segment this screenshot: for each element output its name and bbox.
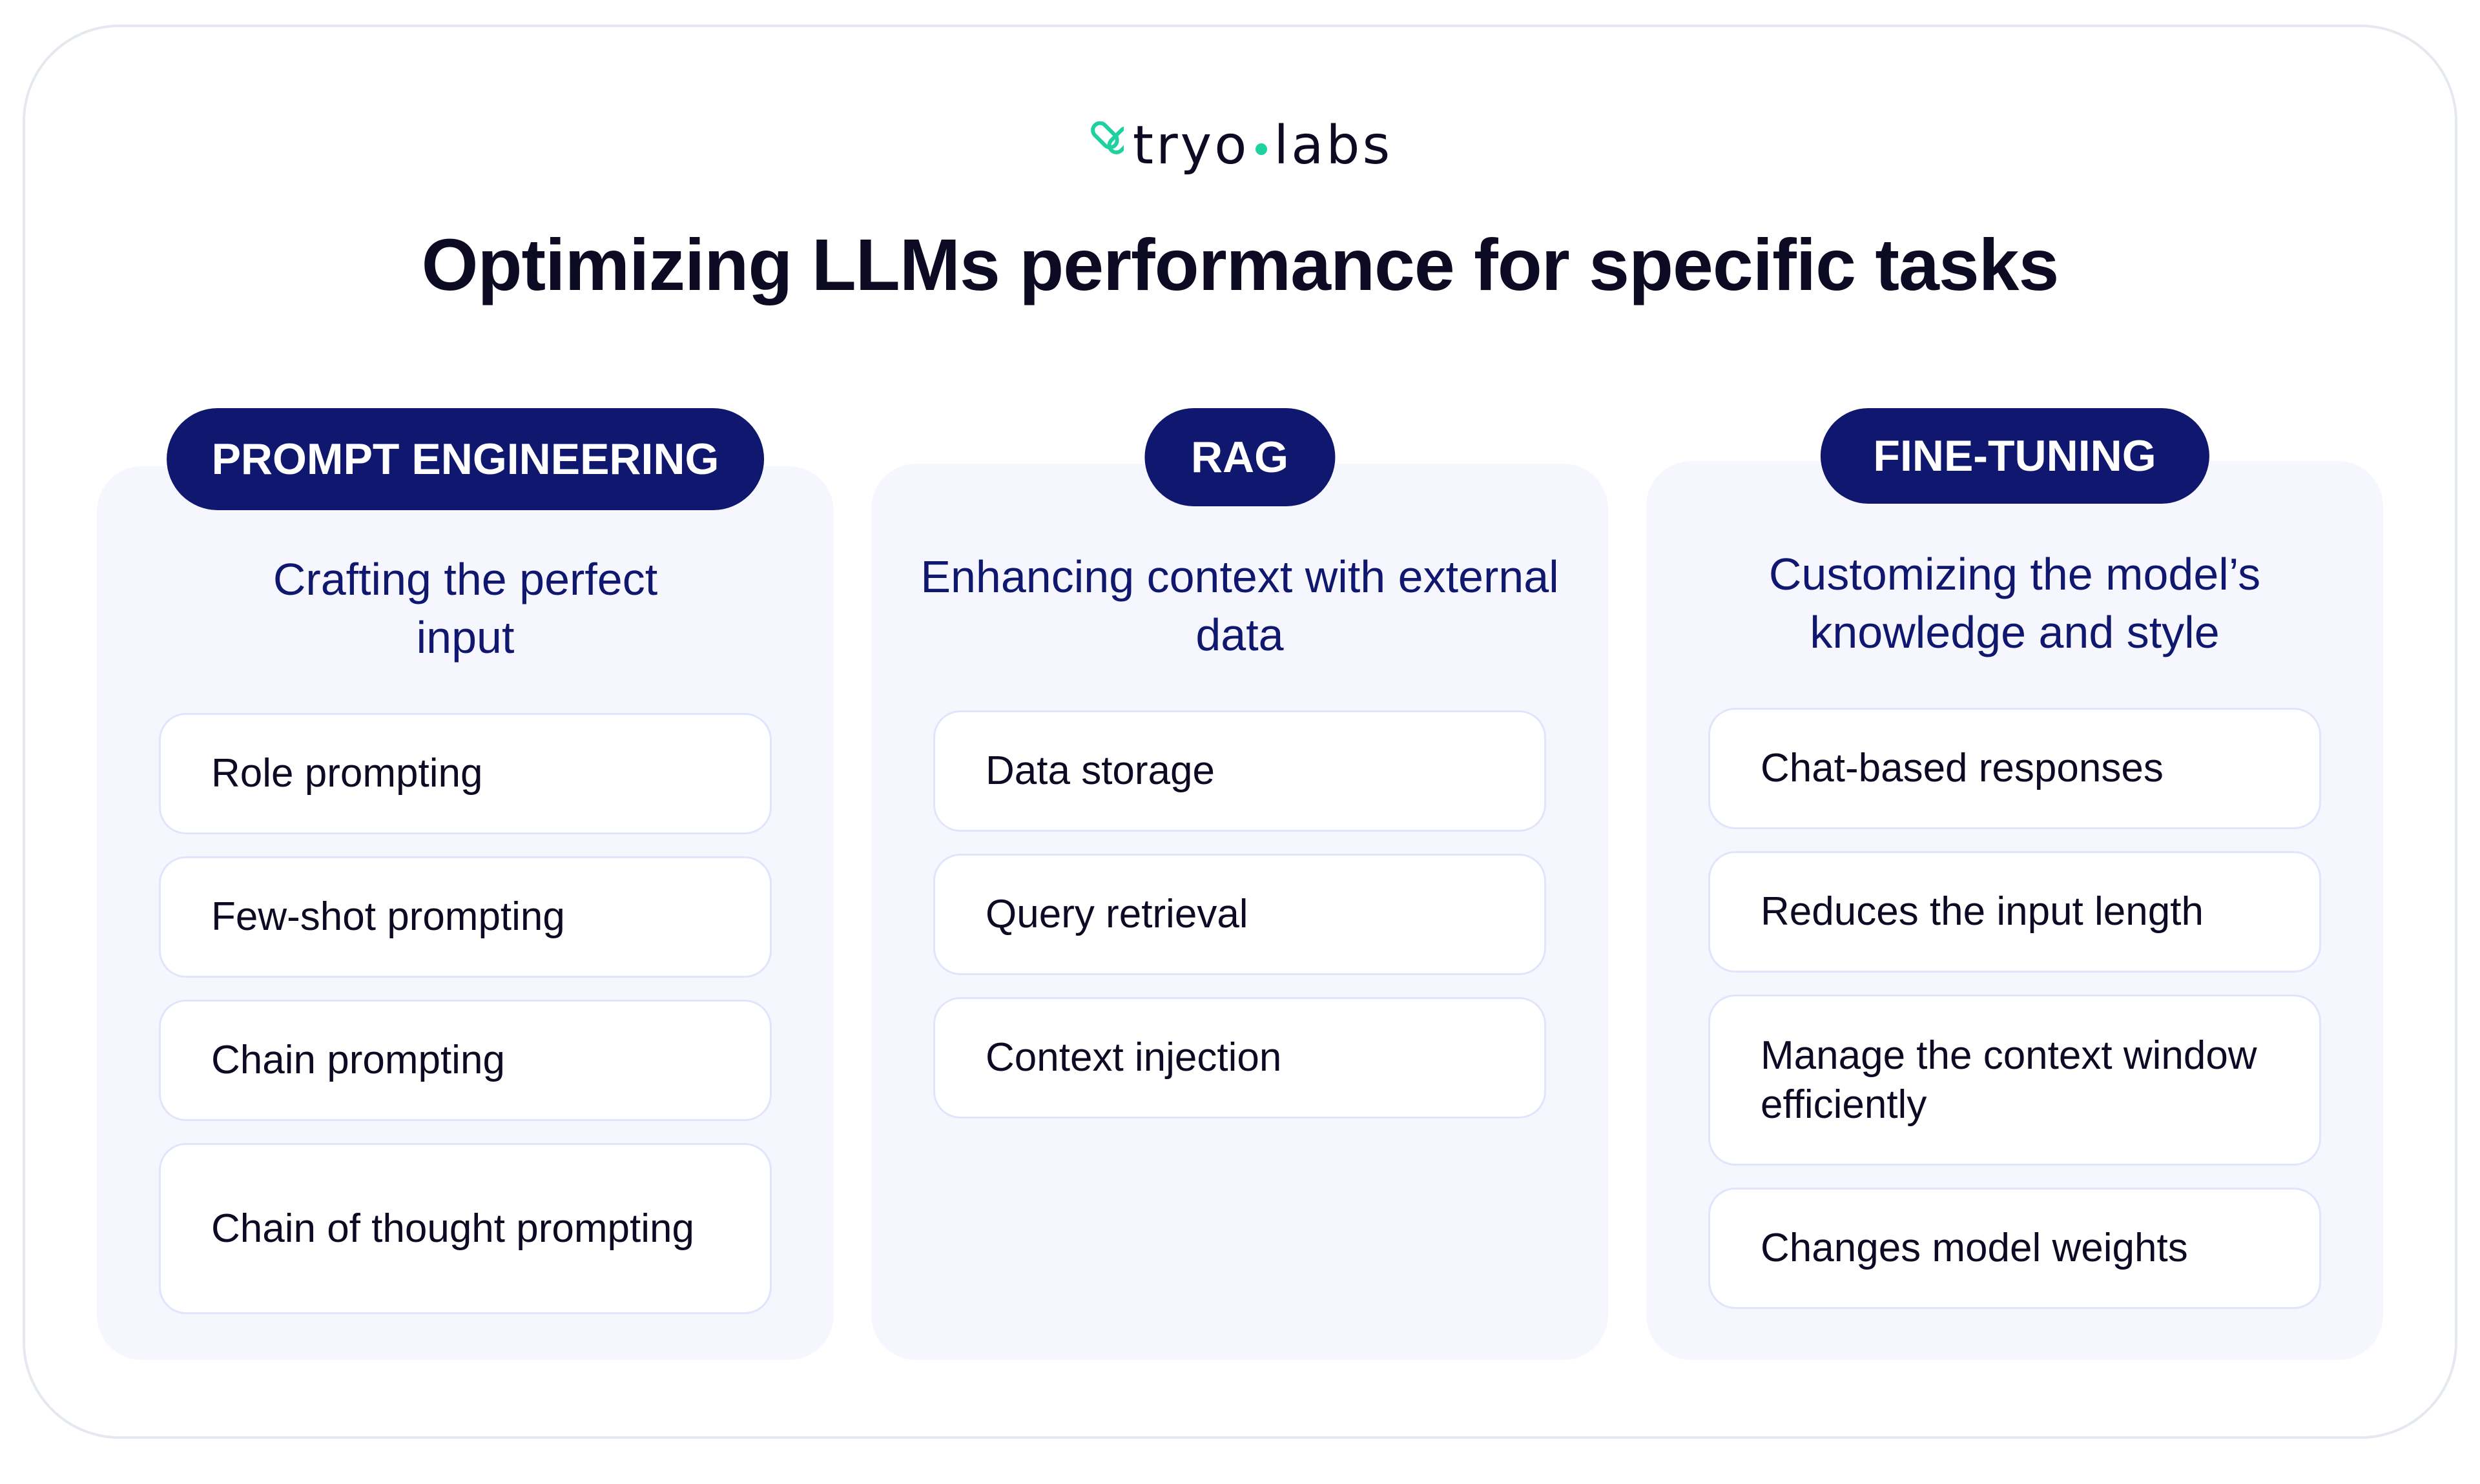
category-pill-prompt-engineering: PROMPT ENGINEERING bbox=[166, 408, 765, 510]
technique-item: Context injection bbox=[933, 997, 1546, 1118]
technique-item: Few-shot prompting bbox=[159, 856, 772, 978]
technique-item: Reduces the input length bbox=[1708, 851, 2321, 973]
technique-item: Chat-based responses bbox=[1708, 708, 2321, 829]
logo-text-labs: labs bbox=[1274, 115, 1393, 176]
card-subtitle: Crafting the perfect input bbox=[273, 554, 658, 663]
technique-list: Chat-based responses Reduces the input l… bbox=[1708, 708, 2321, 1309]
card-subtitle: Customizing the model’s knowledge and st… bbox=[1768, 549, 2261, 657]
technique-item: Data storage bbox=[933, 710, 1546, 832]
category-pill-rag: RAG bbox=[1144, 408, 1336, 506]
category-pill-fine-tuning: FINE-TUNING bbox=[1820, 408, 2209, 504]
technique-list: Data storage Query retrieval Context inj… bbox=[933, 710, 1546, 1118]
technique-item: Changes model weights bbox=[1708, 1188, 2321, 1309]
card-rag: RAG Enhancing context with external data… bbox=[871, 408, 1608, 1360]
technique-item: Chain prompting bbox=[159, 1000, 772, 1121]
tryolabs-chevron-icon bbox=[1090, 121, 1124, 154]
card-fine-tuning: FINE-TUNING Customizing the model’s know… bbox=[1646, 408, 2383, 1360]
card-subtitle: Enhancing context with external data bbox=[920, 551, 1559, 660]
technique-list: Role prompting Few-shot prompting Chain … bbox=[159, 713, 772, 1314]
technique-item: Chain of thought prompting bbox=[159, 1143, 772, 1314]
tryolabs-logo: tryo labs bbox=[0, 115, 2480, 177]
logo-text-tryo: tryo bbox=[1132, 115, 1250, 176]
card-prompt-engineering: PROMPT ENGINEERING Crafting the perfect … bbox=[97, 408, 834, 1360]
logo-dot bbox=[1256, 143, 1268, 155]
logo-wordmark: tryo labs bbox=[1133, 119, 1392, 172]
technique-item: Query retrieval bbox=[933, 854, 1546, 975]
technique-item: Role prompting bbox=[159, 713, 772, 834]
technique-item: Manage the context window efficiently bbox=[1708, 994, 2321, 1166]
page-title: Optimizing LLMs performance for specific… bbox=[421, 224, 2060, 305]
